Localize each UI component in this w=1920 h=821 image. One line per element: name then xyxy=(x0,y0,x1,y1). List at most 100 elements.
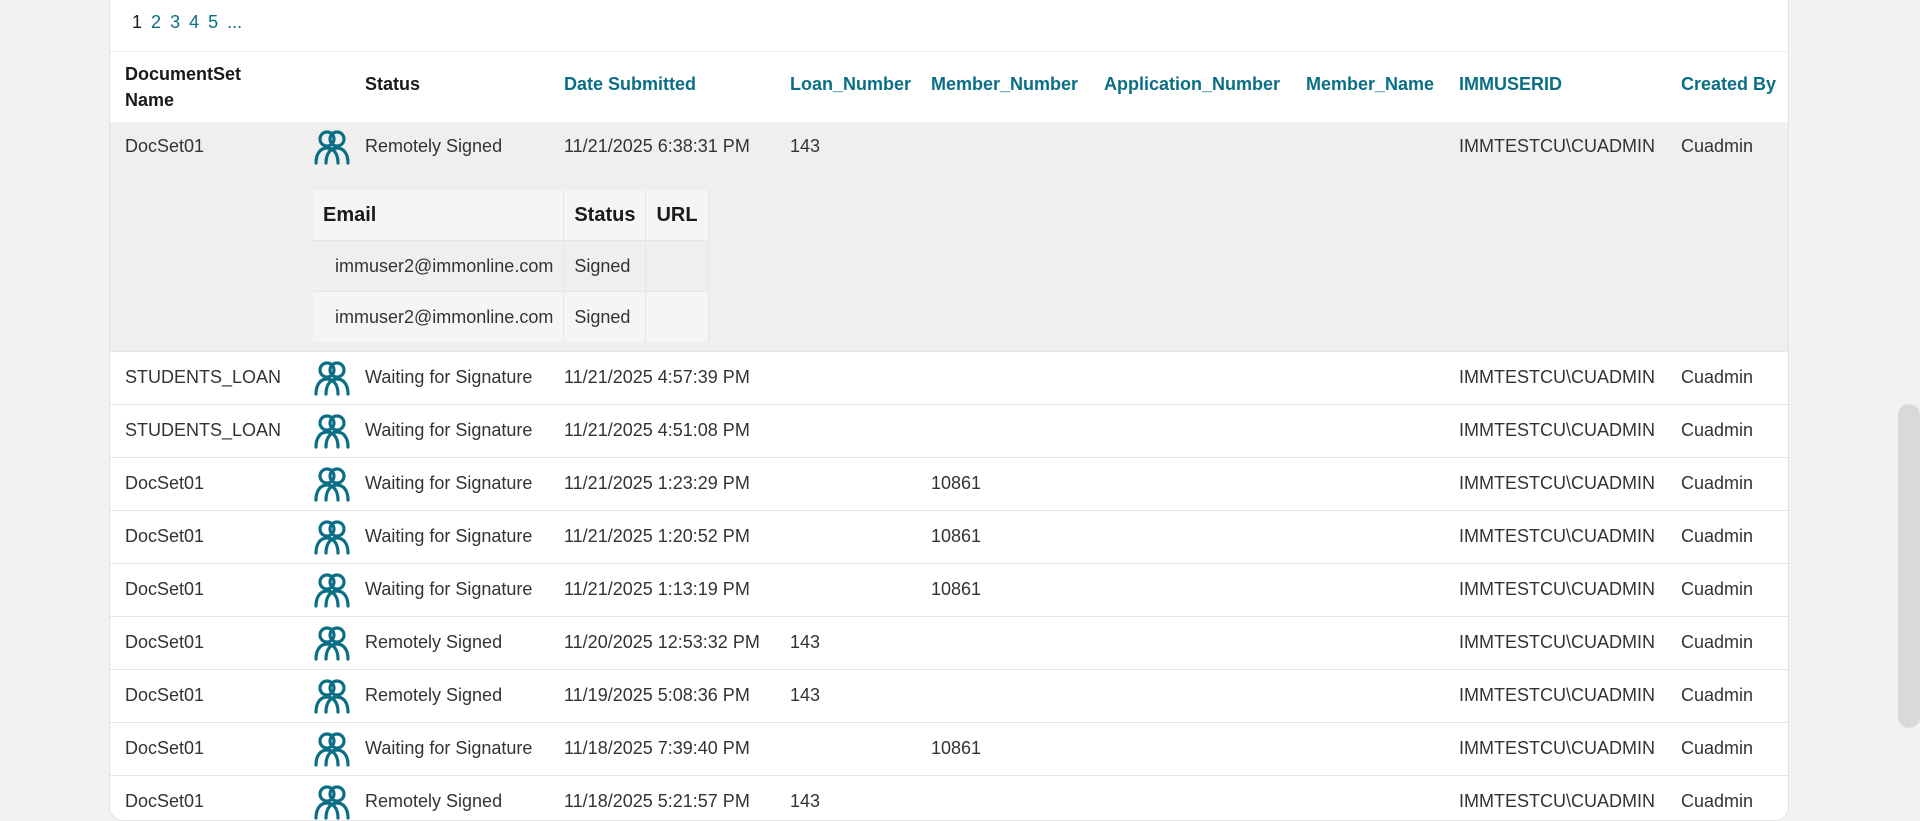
col-documentset-name: DocumentSet Name xyxy=(125,64,242,110)
col-immuserid[interactable]: IMMUSERID xyxy=(1459,74,1562,95)
table-row[interactable]: STUDENTS_LOAN Waiting for Signature 11/21/… xyxy=(110,352,1788,405)
cell-status: Waiting for Signature xyxy=(365,367,533,387)
cell-status: Remotely Signed xyxy=(365,791,503,811)
cell-docset: STUDENTS_LOAN xyxy=(125,367,282,387)
signer-url xyxy=(645,291,709,342)
table-row[interactable]: DocSet01 Waiting for Signature 11/21/2025 … xyxy=(110,458,1788,511)
signers-icon[interactable] xyxy=(313,359,351,397)
col-application-number[interactable]: Application_Number xyxy=(1104,74,1280,95)
signers-col-email: Email xyxy=(313,190,565,241)
cell-created: Cuadmin xyxy=(1681,367,1754,387)
cell-userid: IMMTESTCU\CUADMIN xyxy=(1459,685,1655,705)
cell-created: Cuadmin xyxy=(1681,685,1754,705)
cell-member: 10861 xyxy=(931,526,982,546)
signers-icon[interactable] xyxy=(313,783,351,820)
cell-loan: 143 xyxy=(790,136,821,156)
table-row[interactable]: DocSet01 Remotely Signed 11/18/2025 5:21:5… xyxy=(110,776,1788,820)
cell-userid: IMMTESTCU\CUADMIN xyxy=(1459,136,1655,156)
cell-status: Waiting for Signature xyxy=(365,579,533,599)
cell-userid: IMMTESTCU\CUADMIN xyxy=(1459,579,1655,599)
cell-status: Waiting for Signature xyxy=(365,473,533,493)
signers-table: Email Status URL immuser2@immonline.com Sign… xyxy=(313,190,709,342)
signers-icon[interactable] xyxy=(313,412,351,450)
cell-created: Cuadmin xyxy=(1681,136,1754,156)
cell-userid: IMMTESTCU\CUADMIN xyxy=(1459,526,1655,546)
col-loan-number[interactable]: Loan_Number xyxy=(790,74,911,95)
table-row[interactable]: STUDENTS_LOAN Waiting for Signature 11/21/… xyxy=(110,405,1788,458)
signer-row: immuser2@immonline.com Signed xyxy=(313,291,709,342)
signers-icon[interactable] xyxy=(313,677,351,715)
cell-member: 10861 xyxy=(931,579,982,599)
signer-status: Signed xyxy=(563,240,647,292)
cell-created: Cuadmin xyxy=(1681,632,1754,652)
cell-date: 11/21/2025 1:20:52 PM xyxy=(564,526,750,546)
table-row[interactable]: DocSet01 Waiting for Signature 11/21/2025 … xyxy=(110,511,1788,564)
cell-status: Remotely Signed xyxy=(365,136,503,156)
cell-member: 10861 xyxy=(931,473,982,493)
cell-docset: DocSet01 xyxy=(125,526,205,546)
page-link-5[interactable]: 5 xyxy=(208,12,218,32)
page-link-1[interactable]: 1 xyxy=(132,12,142,32)
col-member-number[interactable]: Member_Number xyxy=(931,74,1078,95)
table-row[interactable]: DocSet01 Waiting for Signature 11/18/2025 … xyxy=(110,723,1788,776)
cell-date: 11/21/2025 4:57:39 PM xyxy=(564,367,750,387)
cell-docset: DocSet01 xyxy=(125,632,205,652)
signer-email: immuser2@immonline.com xyxy=(313,240,565,292)
page-link-3[interactable]: 3 xyxy=(170,12,180,32)
cell-date: 11/19/2025 5:08:36 PM xyxy=(564,685,750,705)
cell-status: Waiting for Signature xyxy=(365,526,533,546)
signers-icon[interactable] xyxy=(313,128,351,166)
cell-date: 11/21/2025 1:23:29 PM xyxy=(564,473,750,493)
cell-member: 10861 xyxy=(931,738,982,758)
cell-docset: DocSet01 xyxy=(125,685,205,705)
page-link-2[interactable]: 2 xyxy=(151,12,161,32)
table-row[interactable]: DocSet01 Waiting for Signature 11/21/2025 … xyxy=(110,564,1788,617)
page-link-4[interactable]: 4 xyxy=(189,12,199,32)
signers-col-status: Status xyxy=(563,190,647,241)
scrollbar-thumb[interactable] xyxy=(1898,404,1920,728)
cell-docset: DocSet01 xyxy=(125,738,205,758)
cell-docset: STUDENTS_LOAN xyxy=(125,420,282,440)
cell-date: 11/18/2025 5:21:57 PM xyxy=(564,791,750,811)
cell-loan: 143 xyxy=(790,791,821,811)
signers-icon[interactable] xyxy=(313,571,351,609)
signers-icon[interactable] xyxy=(313,730,351,768)
cell-created: Cuadmin xyxy=(1681,526,1754,546)
table-row[interactable]: DocSet01 Remotely Signed 11/20/2025 12:53:… xyxy=(110,617,1788,670)
signers-icon[interactable] xyxy=(313,624,351,662)
col-status: Status xyxy=(365,74,421,94)
signers-icon[interactable] xyxy=(313,465,351,503)
cell-date: 11/18/2025 7:39:40 PM xyxy=(564,738,750,758)
cell-docset: DocSet01 xyxy=(125,791,205,811)
cell-userid: IMMTESTCU\CUADMIN xyxy=(1459,420,1655,440)
cell-status: Waiting for Signature xyxy=(365,420,533,440)
cell-created: Cuadmin xyxy=(1681,738,1754,758)
cell-userid: IMMTESTCU\CUADMIN xyxy=(1459,473,1655,493)
cell-loan: 143 xyxy=(790,685,821,705)
cell-status: Remotely Signed xyxy=(365,632,503,652)
cell-userid: IMMTESTCU\CUADMIN xyxy=(1459,738,1655,758)
cell-date: 11/20/2025 12:53:32 PM xyxy=(564,632,760,652)
cell-userid: IMMTESTCU\CUADMIN xyxy=(1459,632,1655,652)
col-member-name[interactable]: Member_Name xyxy=(1306,74,1434,95)
cell-userid: IMMTESTCU\CUADMIN xyxy=(1459,367,1655,387)
col-date-submitted[interactable]: Date Submitted xyxy=(564,74,696,95)
signer-email: immuser2@immonline.com xyxy=(313,291,565,342)
pagination: 1 2 3 4 5 ... xyxy=(132,12,246,33)
cell-date: 11/21/2025 6:38:31 PM xyxy=(564,136,750,156)
signers-icon[interactable] xyxy=(313,518,351,556)
cell-docset: DocSet01 xyxy=(125,579,205,599)
cell-created: Cuadmin xyxy=(1681,791,1754,811)
documents-panel: 1 2 3 4 5 ... DocumentSet Name Status Da… xyxy=(109,0,1789,821)
table-row[interactable]: DocSet01 Remotely Signed 11/19/2025 5:08:3… xyxy=(110,670,1788,723)
table-row[interactable]: DocSet01 Remotely Signed 11/21/2025 6:38:3… xyxy=(110,122,1788,352)
cell-created: Cuadmin xyxy=(1681,420,1754,440)
signer-row: immuser2@immonline.com Signed xyxy=(313,240,709,292)
cell-status: Remotely Signed xyxy=(365,685,503,705)
cell-created: Cuadmin xyxy=(1681,473,1754,493)
cell-date: 11/21/2025 4:51:08 PM xyxy=(564,420,750,440)
cell-docset: DocSet01 xyxy=(125,473,205,493)
col-created-by[interactable]: Created By xyxy=(1681,74,1776,95)
page-link-more[interactable]: ... xyxy=(227,12,242,32)
cell-status: Waiting for Signature xyxy=(365,738,533,758)
